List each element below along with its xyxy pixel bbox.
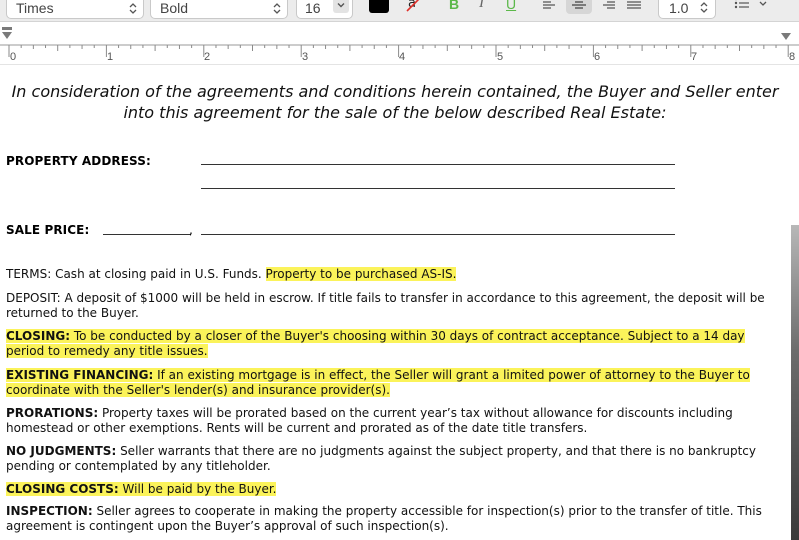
font-family-select[interactable]: Times: [6, 0, 144, 19]
inspection-paragraph: INSPECTION: Seller agrees to cooperate i…: [6, 504, 786, 534]
font-size-value: 16: [305, 0, 321, 16]
ruler-number: 1: [107, 51, 114, 63]
line-spacing-value: 1.0: [669, 0, 689, 16]
list-style-icon[interactable]: [734, 0, 770, 12]
justify-icon[interactable]: [626, 0, 642, 12]
closing-costs-paragraph: CLOSING COSTS: Will be paid by the Buyer…: [6, 482, 786, 497]
italic-button[interactable]: I: [479, 0, 484, 12]
format-toolbar: Times Bold 16 a B I U: [0, 0, 799, 22]
updown-arrows-icon: [273, 3, 281, 14]
underline-button[interactable]: U: [506, 0, 516, 12]
no-judgments-heading: NO JUDGMENTS:: [6, 444, 117, 458]
updown-arrows-icon: [129, 3, 137, 14]
ruler-number: 7: [691, 51, 698, 63]
font-family-value: Times: [16, 0, 54, 16]
ruler-number: 4: [399, 51, 406, 63]
inspection-text: Seller agrees to cooperate in making the…: [6, 504, 762, 533]
ruler-number: 3: [302, 51, 309, 63]
line-spacing-select[interactable]: 1.0: [658, 0, 716, 19]
sale-price-line[interactable]: [103, 234, 191, 235]
property-address-line-2[interactable]: [201, 188, 675, 189]
property-address-line-1[interactable]: [201, 164, 675, 165]
align-center-button[interactable]: [566, 0, 592, 14]
align-center-icon: [572, 1, 586, 9]
existing-financing-paragraph: EXISTING FINANCING: If an existing mortg…: [6, 368, 786, 398]
sale-price-label: SALE PRICE:: [6, 223, 90, 237]
deposit-paragraph: DEPOSIT: A deposit of $1000 will be held…: [6, 291, 765, 320]
terms-paragraph: TERMS: Cash at closing paid in U.S. Fund…: [6, 267, 786, 282]
ruler-number: 5: [497, 51, 504, 63]
property-address-label: PROPERTY ADDRESS:: [6, 154, 151, 168]
font-weight-select[interactable]: Bold: [150, 0, 288, 19]
window-edge-background: [791, 225, 799, 540]
ruler-number: 0: [10, 51, 17, 63]
closing-paragraph: CLOSING: To be conducted by a closer of …: [6, 329, 786, 359]
terms-text: TERMS: Cash at closing paid in U.S. Fund…: [6, 267, 266, 281]
right-indent-marker-icon[interactable]: [780, 32, 792, 41]
prorations-text: Property taxes will be prorated based on…: [6, 406, 733, 435]
align-left-icon[interactable]: [542, 0, 558, 12]
bold-button[interactable]: B: [449, 0, 459, 12]
updown-arrows-icon: [700, 2, 708, 13]
text-color-swatch[interactable]: [369, 0, 389, 13]
align-right-icon[interactable]: [600, 0, 616, 12]
prorations-heading: PRORATIONS:: [6, 406, 99, 420]
font-size-field[interactable]: 16: [296, 0, 353, 19]
sale-price-words-line[interactable]: [201, 234, 675, 235]
terms-highlight: Property to be purchased AS-IS.: [265, 267, 457, 281]
highlight-color-icon[interactable]: a: [404, 0, 424, 14]
font-size-dropdown-button[interactable]: [333, 0, 349, 13]
closing-heading: CLOSING:: [6, 329, 71, 343]
intro-paragraph: In consideration of the agreements and c…: [11, 82, 779, 122]
no-judgments-text: Seller warrants that there are no judgme…: [6, 444, 756, 473]
sale-price-comma: ,: [189, 223, 193, 237]
ruler: 0 1 2 3 4 5 6 7 8: [0, 23, 799, 65]
inspection-heading: INSPECTION:: [6, 504, 93, 518]
closing-text: To be conducted by a closer of the Buyer…: [6, 329, 745, 358]
ruler-number: 8: [789, 51, 796, 63]
closing-costs-heading: CLOSING COSTS:: [6, 482, 119, 496]
no-judgments-paragraph: NO JUDGMENTS: Seller warrants that there…: [6, 444, 786, 474]
chevron-down-icon: [337, 3, 345, 8]
ruler-number: 2: [204, 51, 211, 63]
ruler-number: 6: [594, 51, 601, 63]
prorations-paragraph: PRORATIONS: Property taxes will be prora…: [6, 406, 786, 436]
existing-financing-heading: EXISTING FINANCING:: [6, 368, 154, 382]
font-weight-value: Bold: [160, 0, 189, 16]
left-indent-marker-icon[interactable]: [1, 27, 13, 41]
closing-costs-text: Will be paid by the Buyer.: [118, 482, 277, 496]
